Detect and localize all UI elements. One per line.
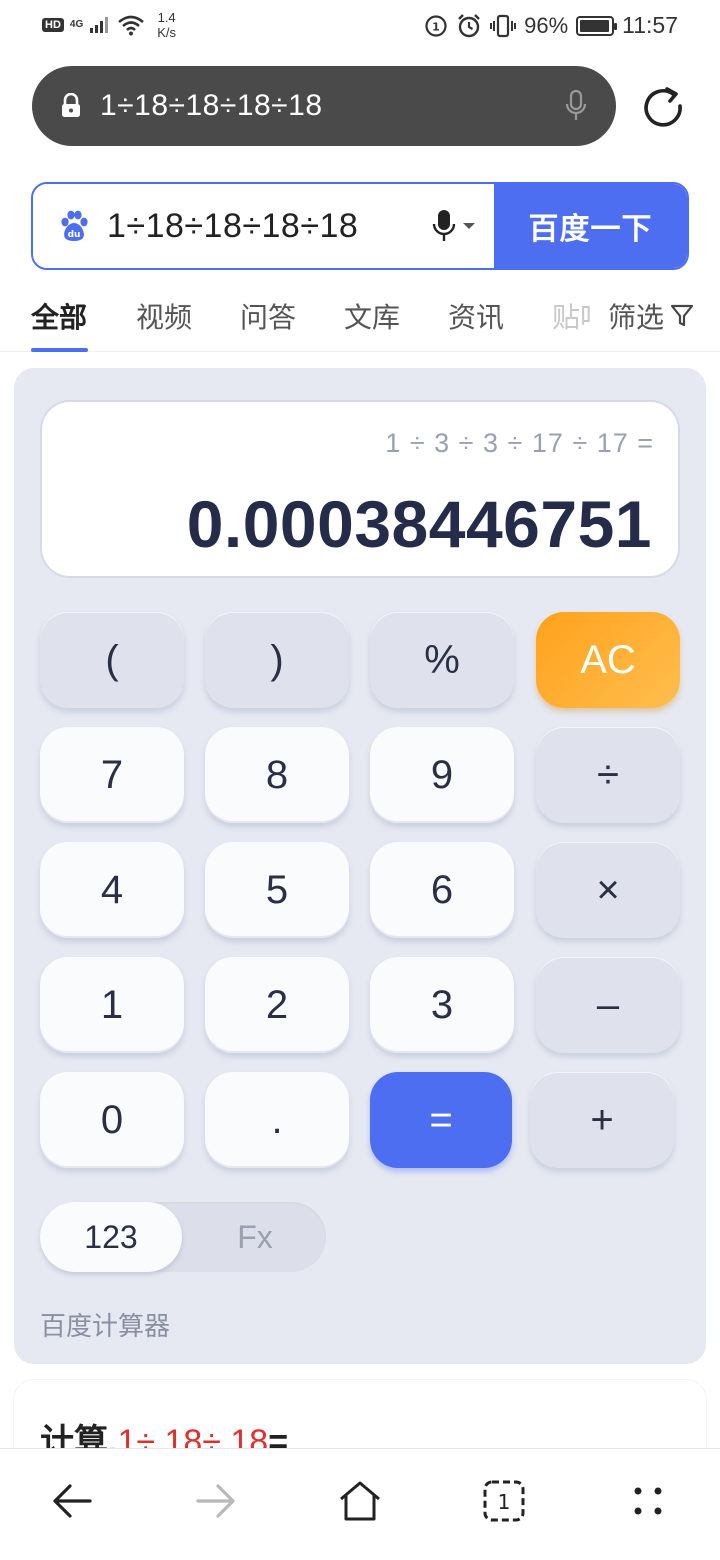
status-right: 1 96% 11:57: [424, 12, 678, 39]
key-5[interactable]: 5: [205, 842, 349, 938]
key-7[interactable]: 7: [40, 727, 184, 823]
speed-unit: K/s: [157, 25, 177, 40]
key-4[interactable]: 4: [40, 842, 184, 938]
forward-arrow-icon: [196, 1484, 235, 1518]
key-plus[interactable]: +: [530, 1072, 674, 1168]
cell-signal-icon: [90, 17, 109, 33]
key-2[interactable]: 2: [205, 957, 349, 1053]
menu-button[interactable]: [624, 1477, 672, 1525]
refresh-button[interactable]: [640, 84, 688, 132]
calc-result: 0.00038446751: [186, 487, 652, 561]
calculator-display: 1 ÷ 3 ÷ 3 ÷ 17 ÷ 17 = 0.00038446751: [40, 400, 680, 578]
key-equals[interactable]: =: [370, 1072, 512, 1168]
tab-all[interactable]: 全部: [31, 296, 87, 336]
vibrate-icon: [490, 14, 517, 37]
wifi-icon: [118, 15, 145, 36]
key-dot[interactable]: .: [205, 1072, 349, 1168]
browser-bottom-nav: 1: [0, 1448, 720, 1560]
tab-video[interactable]: 视频: [136, 296, 192, 336]
tab-wenku[interactable]: 文库: [344, 296, 400, 336]
key-9[interactable]: 9: [370, 727, 514, 823]
calculator-card: 1 ÷ 3 ÷ 3 ÷ 17 ÷ 17 = 0.00038446751 ( ) …: [14, 368, 706, 1364]
status-bar: HD 4G 1.4 K/s 1 96% 11:57: [0, 0, 720, 52]
svg-text:1: 1: [498, 1490, 511, 1514]
key-0[interactable]: 0: [40, 1072, 184, 1168]
back-button[interactable]: [48, 1477, 96, 1525]
forward-button[interactable]: [192, 1477, 240, 1525]
speed-value: 1.4: [157, 10, 176, 25]
search-voice-button[interactable]: [432, 209, 476, 243]
data-saver-icon: 1: [425, 14, 447, 37]
filter-label: 筛选: [608, 302, 665, 333]
svg-text:1: 1: [432, 20, 440, 33]
svg-text:du: du: [68, 230, 81, 240]
tab-tieba[interactable]: 贴吧: [552, 296, 592, 336]
key-close-paren[interactable]: ): [205, 612, 349, 708]
baidu-paw-icon: du: [61, 210, 88, 241]
mode-basic-button[interactable]: 123: [40, 1202, 182, 1272]
search-box: du 1÷18÷18÷18÷18 百度一下: [31, 182, 689, 270]
key-multiply[interactable]: ×: [536, 842, 680, 938]
lock-icon: [62, 93, 80, 117]
mode-functions-button[interactable]: Fx: [184, 1202, 326, 1272]
calc-mode-toggle: 123 Fx: [40, 1202, 326, 1272]
key-3[interactable]: 3: [370, 957, 514, 1053]
address-bar[interactable]: 1÷18÷18÷18÷18: [32, 66, 616, 146]
search-input-area[interactable]: du 1÷18÷18÷18÷18: [33, 184, 494, 268]
filter-icon: [670, 304, 694, 327]
calculator-caption: 百度计算器: [40, 1311, 171, 1341]
clock: 11:57: [622, 12, 678, 38]
network-type: 4G: [69, 19, 84, 30]
search-button[interactable]: 百度一下: [494, 184, 687, 268]
mic-icon: [432, 210, 456, 241]
key-open-paren[interactable]: (: [40, 612, 184, 708]
active-tab-indicator: [31, 348, 88, 352]
key-clear[interactable]: AC: [536, 612, 680, 708]
back-arrow-icon: [53, 1484, 92, 1518]
hd-badge: HD: [42, 18, 64, 32]
key-8[interactable]: 8: [205, 727, 349, 823]
key-minus[interactable]: –: [536, 957, 680, 1053]
key-percent[interactable]: %: [370, 612, 514, 708]
more-dots-icon: [634, 1487, 662, 1515]
refresh-icon: [644, 87, 682, 127]
result-tabs: 全部 视频 问答 文库 资讯 贴吧 筛选: [0, 284, 720, 352]
calc-expression: 1 ÷ 3 ÷ 3 ÷ 17 ÷ 17 =: [385, 428, 654, 458]
home-button[interactable]: [336, 1477, 384, 1525]
key-6[interactable]: 6: [370, 842, 514, 938]
home-icon: [340, 1481, 380, 1521]
key-divide[interactable]: ÷: [536, 727, 680, 823]
tabs-button[interactable]: 1: [480, 1477, 528, 1525]
search-input[interactable]: 1÷18÷18÷18÷18: [107, 207, 432, 246]
address-text[interactable]: 1÷18÷18÷18÷18: [100, 89, 564, 123]
battery-fill: [580, 19, 609, 32]
key-1[interactable]: 1: [40, 957, 184, 1053]
battery-icon: [576, 15, 618, 36]
chevron-down-icon: [463, 223, 475, 229]
tab-news[interactable]: 资讯: [448, 296, 504, 336]
status-left: HD 4G 1.4 K/s: [42, 10, 176, 40]
filter-button[interactable]: 筛选: [608, 296, 694, 336]
network-speed: 1.4 K/s: [157, 10, 176, 40]
tab-qa[interactable]: 问答: [240, 296, 296, 336]
alarm-icon: [458, 13, 480, 37]
tab-count-icon: 1: [483, 1480, 525, 1522]
voice-input-icon[interactable]: [564, 89, 588, 123]
battery-percent: 96%: [524, 12, 569, 38]
